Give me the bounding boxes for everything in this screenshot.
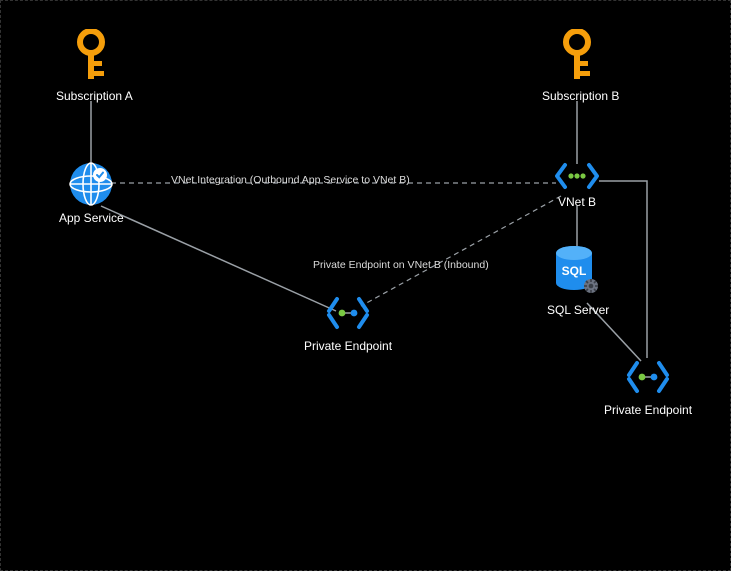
node-private-endpoint-b[interactable]: Private Endpoint <box>603 355 693 417</box>
private-endpoint-icon <box>603 355 693 399</box>
node-label: VNet B <box>553 195 601 209</box>
node-label: Private Endpoint <box>603 403 693 417</box>
node-app-service[interactable]: App Service <box>59 161 123 225</box>
vnet-icon <box>553 161 601 191</box>
edge-label-vnet-integration: VNet Integration (Outbound App Service t… <box>171 174 410 186</box>
private-endpoint-icon <box>303 291 393 335</box>
node-label: App Service <box>59 211 123 225</box>
edge-label-pe-inbound: Private Endpoint on VNet B (Inbound) <box>313 259 489 271</box>
node-label: Subscription A <box>56 89 126 103</box>
node-label: Private Endpoint <box>303 339 393 353</box>
app-service-icon <box>59 161 123 207</box>
node-private-endpoint-a[interactable]: Private Endpoint <box>303 291 393 353</box>
edge-pe-inbound <box>361 196 561 306</box>
diagram-canvas: VNet Integration (Outbound App Service t… <box>0 0 731 571</box>
node-subscription-a[interactable]: Subscription A <box>56 29 126 103</box>
svg-text:SQL: SQL <box>562 264 587 278</box>
node-label: Subscription B <box>542 89 612 103</box>
node-sql-server[interactable]: SQL SQL Server <box>547 245 607 317</box>
edge-app-to-pe-a <box>101 206 336 311</box>
key-icon <box>542 29 612 85</box>
node-subscription-b[interactable]: Subscription B <box>542 29 612 103</box>
node-vnet-b[interactable]: VNet B <box>553 161 601 209</box>
key-icon <box>56 29 126 85</box>
node-label: SQL Server <box>547 303 607 317</box>
sql-server-icon: SQL <box>547 245 607 299</box>
